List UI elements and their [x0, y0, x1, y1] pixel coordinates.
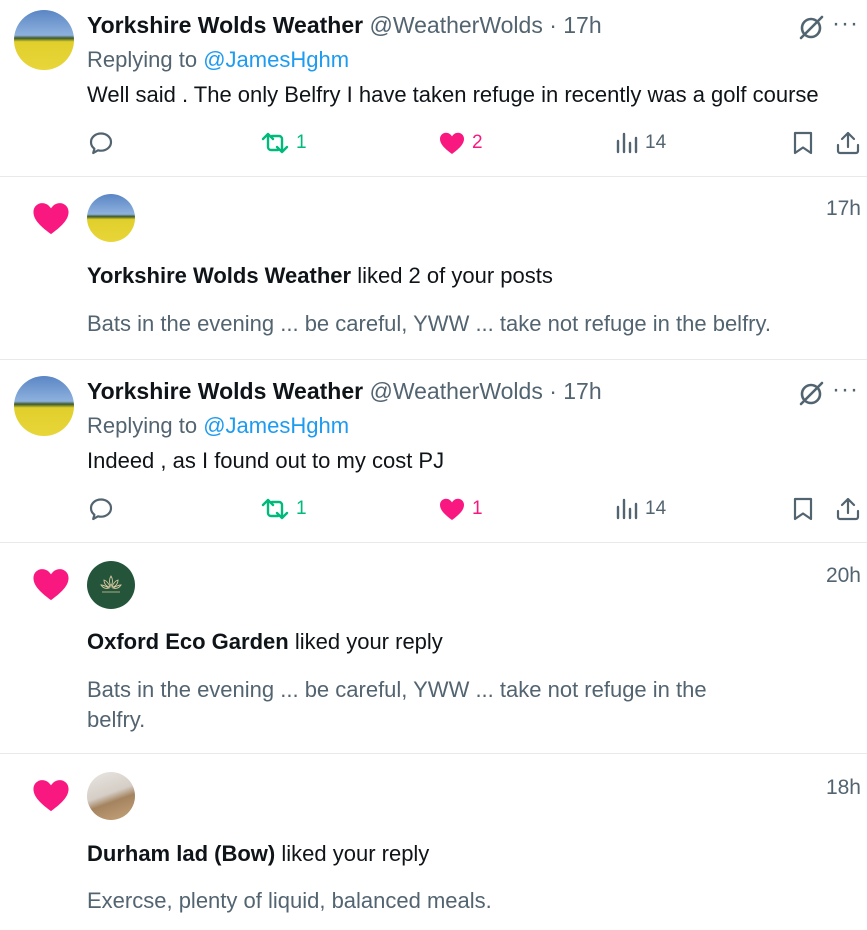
- reply-button[interactable]: [88, 496, 114, 522]
- replying-to: Replying to @JamesHghm: [87, 412, 349, 440]
- views-icon: [616, 498, 638, 520]
- tweet-actions: 1 1 14: [0, 490, 867, 530]
- notification-action: liked your reply: [281, 841, 430, 866]
- grok-icon[interactable]: [797, 14, 825, 42]
- notification-item[interactable]: 17h Yorkshire Wolds Weather liked 2 of y…: [0, 177, 867, 360]
- notification-time: 18h: [825, 776, 861, 799]
- views-icon: [616, 132, 638, 154]
- retweet-count: 1: [296, 498, 307, 519]
- reply-button[interactable]: [88, 130, 114, 156]
- like-count: 2: [472, 132, 483, 153]
- tweet-actions: 1 2 14: [0, 124, 867, 164]
- actor-name[interactable]: Durham lad (Bow): [87, 841, 275, 866]
- author-name[interactable]: Yorkshire Wolds Weather: [87, 378, 363, 404]
- heart-icon: [440, 132, 464, 154]
- notification-time: 20h: [825, 564, 861, 587]
- tweet[interactable]: Yorkshire Wolds Weather @WeatherWolds · …: [0, 360, 867, 543]
- notification-snippet[interactable]: Exercse, plenty of liquid, balanced meal…: [87, 886, 787, 916]
- like-count: 1: [472, 498, 483, 519]
- more-icon[interactable]: ···: [832, 376, 859, 404]
- author-handle[interactable]: @WeatherWolds: [369, 12, 542, 38]
- replying-to: Replying to @JamesHghm: [87, 46, 349, 74]
- avatar[interactable]: [14, 10, 74, 70]
- avatar[interactable]: [87, 561, 135, 609]
- views-count: 14: [645, 498, 667, 519]
- notification-item[interactable]: 18h Durham lad (Bow) liked your reply Ex…: [0, 754, 867, 930]
- share-icon: [836, 131, 860, 155]
- notification-text: Yorkshire Wolds Weather liked 2 of your …: [87, 262, 553, 290]
- notification-text: Oxford Eco Garden liked your reply: [87, 628, 443, 656]
- avatar[interactable]: [14, 376, 74, 436]
- heart-icon: [33, 203, 69, 235]
- notification-action: liked 2 of your posts: [357, 263, 553, 288]
- lotus-logo-icon: [100, 575, 122, 593]
- tweet-header: Yorkshire Wolds Weather @WeatherWolds · …: [87, 377, 602, 405]
- author-name[interactable]: Yorkshire Wolds Weather: [87, 12, 363, 38]
- retweet-icon: [261, 132, 289, 154]
- share-icon: [836, 497, 860, 521]
- retweet-button[interactable]: 1: [260, 130, 307, 156]
- notification-time: 17h: [825, 197, 861, 220]
- tweet[interactable]: Yorkshire Wolds Weather @WeatherWolds · …: [0, 0, 867, 177]
- bookmark-icon: [793, 497, 813, 521]
- author-handle[interactable]: @WeatherWolds: [369, 378, 542, 404]
- replying-to-handle[interactable]: @JamesHghm: [203, 47, 349, 72]
- notification-text: Durham lad (Bow) liked your reply: [87, 840, 429, 868]
- tweet-header: Yorkshire Wolds Weather @WeatherWolds · …: [87, 11, 602, 39]
- tweet-text: Indeed , as I found out to my cost PJ: [87, 448, 445, 473]
- replying-to-label: Replying to: [87, 47, 198, 72]
- notification-snippet[interactable]: Bats in the evening ... be careful, YWW …: [87, 309, 787, 339]
- share-button[interactable]: [835, 130, 861, 156]
- views-button[interactable]: 14: [615, 496, 666, 522]
- avatar[interactable]: [87, 772, 135, 820]
- reply-icon: [89, 132, 113, 155]
- retweet-count: 1: [296, 132, 307, 153]
- notifications-feed: Yorkshire Wolds Weather @WeatherWolds · …: [0, 0, 867, 930]
- replying-to-label: Replying to: [87, 413, 198, 438]
- share-button[interactable]: [835, 496, 861, 522]
- like-button[interactable]: 2: [438, 130, 483, 156]
- actor-name[interactable]: Yorkshire Wolds Weather: [87, 263, 351, 288]
- grok-icon[interactable]: [797, 380, 825, 408]
- actor-name[interactable]: Oxford Eco Garden: [87, 629, 289, 654]
- heart-icon: [440, 498, 464, 520]
- heart-icon: [33, 569, 69, 601]
- retweet-button[interactable]: 1: [260, 496, 307, 522]
- like-button[interactable]: 1: [438, 496, 483, 522]
- avatar[interactable]: [87, 194, 135, 242]
- views-count: 14: [645, 132, 667, 153]
- retweet-icon: [261, 498, 289, 520]
- views-button[interactable]: 14: [615, 130, 666, 156]
- bookmark-icon: [793, 131, 813, 155]
- notification-snippet[interactable]: Bats in the evening ... be careful, YWW …: [87, 675, 747, 735]
- bookmark-button[interactable]: [792, 496, 814, 522]
- bookmark-button[interactable]: [792, 130, 814, 156]
- reply-icon: [89, 498, 113, 521]
- notification-item[interactable]: 20h Oxford Eco Garden liked your reply B…: [0, 543, 867, 754]
- heart-icon: [33, 780, 69, 812]
- more-icon[interactable]: ···: [832, 10, 859, 38]
- tweet-text: Well said . The only Belfry I have taken…: [87, 82, 819, 107]
- tweet-time[interactable]: · 17h: [549, 378, 601, 404]
- replying-to-handle[interactable]: @JamesHghm: [203, 413, 349, 438]
- tweet-time[interactable]: · 17h: [549, 12, 601, 38]
- notification-action: liked your reply: [294, 629, 443, 654]
